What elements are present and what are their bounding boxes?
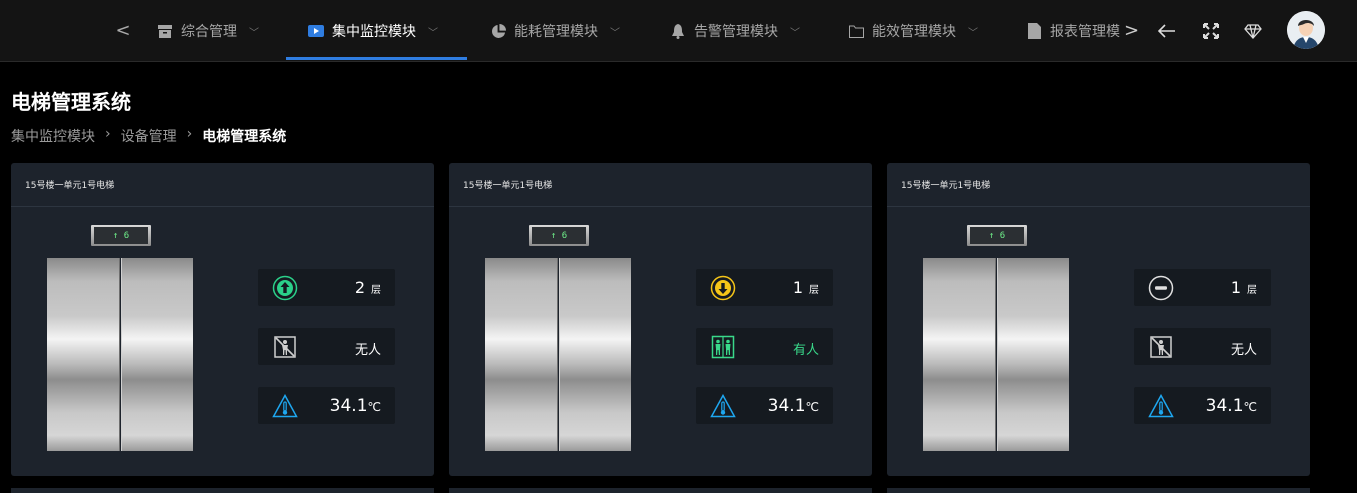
temperature-status: 34.1 ℃ [1134,387,1271,424]
floor-value: 2层 [355,269,381,306]
tab-label: 告警管理模块 [694,24,778,40]
occupancy-value: 无人 [354,343,381,358]
occupancy-value: 有人 [792,343,819,358]
breadcrumb-item[interactable]: 集中监控模块 [11,126,95,146]
people-icon [710,334,736,360]
chevron-down-icon: ﹀ [249,27,259,39]
breadcrumb-current: 电梯管理系统 [202,129,287,145]
floor-number: 2 [354,278,365,297]
tab-label: 集中监控模块 [332,24,416,40]
active-tab-indicator [286,57,467,60]
elevator-card-partial [449,488,872,493]
no-person-icon [272,334,298,360]
file-icon [1026,23,1042,39]
diamond-icon[interactable] [1243,21,1263,41]
elevator-door-right [121,258,193,451]
tab-label: 综合管理 [181,24,237,40]
tab-label: 报表管理模 [1050,24,1120,40]
nav-scroll-right-button[interactable]: > [1124,20,1139,42]
temperature-number: 34.1 [767,396,806,416]
temperature-number: 34.1 [329,396,368,416]
back-arrow-icon[interactable] [1157,21,1177,41]
tab-centralized-monitoring[interactable]: 集中监控模块 ﹀ [286,0,467,62]
temperature-value: 34.1 ℃ [330,387,381,424]
chevron-down-icon: ﹀ [968,27,978,39]
floor-unit: 层 [371,285,381,296]
chevron-right-icon: › [186,126,193,142]
floor-status: 1层 [696,269,833,306]
down-arrow-icon [710,275,736,301]
thermometer-warning-icon [1148,393,1174,419]
floor-number: 1 [792,278,803,297]
tab-report-management[interactable]: 报表管理模 [1026,0,1120,62]
floor-indicator-display: ↑ 6 [91,225,151,246]
temperature-status: 34.1 ℃ [696,387,833,424]
chevron-down-icon: ﹀ [428,27,438,39]
pie-chart-icon [490,23,506,39]
elevator-door-left [47,258,120,451]
floor-indicator-text: ↑ 6 [532,227,586,244]
tab-label: 能耗管理模块 [514,24,598,40]
chevron-right-icon: › [105,126,111,142]
temperature-value: 34.1 ℃ [1206,387,1257,424]
temperature-value: 34.1 ℃ [768,387,819,424]
elevator-card: 15号楼一单元1号电梯 ↑ 6 2层 无人 34.1 ℃ [11,163,434,476]
tab-efficiency-management[interactable]: 能效管理模块 ﹀ [848,0,978,62]
archive-icon [157,23,173,39]
elevator-name: 15号楼一单元1号电梯 [449,163,872,207]
occupancy-status: 无人 [1134,328,1271,365]
tab-comprehensive-management[interactable]: 综合管理 ﹀ [157,0,259,62]
elevator-door-left [485,258,558,451]
elevator-name: 15号楼一单元1号电梯 [887,163,1310,207]
video-icon [308,23,324,39]
tab-alarm-management[interactable]: 告警管理模块 ﹀ [670,0,800,62]
breadcrumb-item[interactable]: 设备管理 [121,126,177,146]
temperature-unit: ℃ [1243,400,1257,414]
temperature-unit: ℃ [805,400,819,414]
floor-indicator-display: ↑ 6 [967,225,1027,246]
top-navigation-bar: < 综合管理 ﹀ 集中监控模块 ﹀ 能耗管理模块 ﹀ 告警管理模块 ﹀ 能效管理… [0,0,1357,62]
elevator-card-partial [11,488,434,493]
floor-value: 1层 [793,269,819,306]
tab-label: 能效管理模块 [872,24,956,40]
user-avatar[interactable] [1287,11,1325,49]
floor-number: 1 [1230,278,1241,297]
bell-icon [670,23,686,39]
tab-energy-consumption[interactable]: 能耗管理模块 ﹀ [490,0,620,62]
temperature-number: 34.1 [1205,396,1244,416]
thermometer-warning-icon [710,393,736,419]
thermometer-warning-icon [272,393,298,419]
temperature-unit: ℃ [367,400,381,414]
occupancy-status: 有人 [696,328,833,365]
elevator-door-right [997,258,1069,451]
occupancy-status: 无人 [258,328,395,365]
floor-indicator-text: ↑ 6 [94,227,148,244]
elevator-card-partial [887,488,1310,493]
elevator-door-left [923,258,996,451]
elevator-card: 15号楼一单元1号电梯 ↑ 6 1层 无人 34.1 ℃ [887,163,1310,476]
elevator-name: 15号楼一单元1号电梯 [11,163,434,207]
floor-unit: 层 [1247,285,1257,296]
floor-indicator-display: ↑ 6 [529,225,589,246]
idle-minus-icon [1148,275,1174,301]
floor-value: 1层 [1231,269,1257,306]
breadcrumb: 集中监控模块 › 设备管理 › 电梯管理系统 [11,126,286,146]
chevron-down-icon: ﹀ [610,27,620,39]
floor-status: 1层 [1134,269,1271,306]
fullscreen-icon[interactable] [1201,21,1221,41]
temperature-status: 34.1 ℃ [258,387,395,424]
chevron-down-icon: ﹀ [790,27,800,39]
elevator-card: 15号楼一单元1号电梯 ↑ 6 1层 有人 34.1 ℃ [449,163,872,476]
floor-unit: 层 [809,285,819,296]
page-title: 电梯管理系统 [11,90,131,114]
occupancy-value: 无人 [1230,343,1257,358]
up-arrow-icon [272,275,298,301]
folder-icon [848,23,864,39]
floor-indicator-text: ↑ 6 [970,227,1024,244]
nav-scroll-left-button[interactable]: < [115,20,131,42]
floor-status: 2层 [258,269,395,306]
elevator-door-right [559,258,631,451]
no-person-icon [1148,334,1174,360]
